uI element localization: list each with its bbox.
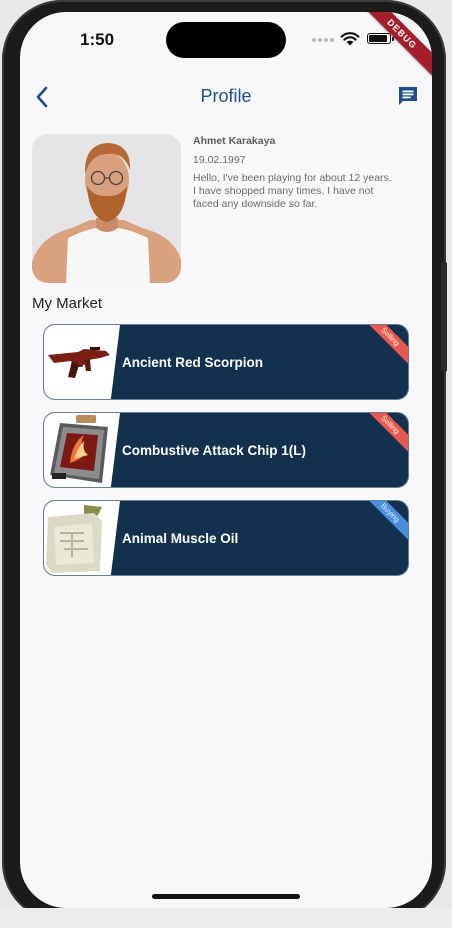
item-name: Animal Muscle Oil [122,530,239,546]
home-indicator[interactable] [152,894,300,899]
debug-banner: DEBUG [353,12,432,83]
navigation-bar: Profile [20,82,432,112]
side-button [441,262,447,372]
signal-icon [312,38,334,42]
page-title: Profile [200,86,252,106]
item-name: Combustive Attack Chip 1(L) [122,442,307,458]
phone-frame: 1:50 DEBUG Profile Ahmet Karakaya 19.02.… [2,0,447,922]
profile-avatar [32,134,181,283]
market-item-card[interactable]: Animal Muscle Oil Buying [43,500,409,576]
oil-canister-icon [46,505,102,573]
chat-message-icon[interactable] [396,84,420,108]
market-item-card[interactable]: Combustive Attack Chip 1(L) Selling [43,412,409,488]
item-name: Ancient Red Scorpion [122,354,264,370]
profile-birth-date: 19.02.1997 [193,154,246,166]
dynamic-island [166,22,286,58]
red-rifle-icon [48,347,110,378]
battery-icon [367,33,394,44]
buying-tag: Buying [357,501,408,546]
item-thumbnail [44,413,120,487]
market-item-card[interactable]: Ancient Red Scorpion Selling [43,324,409,400]
profile-name: Ahmet Karakaya [193,135,276,147]
selling-tag: Selling [357,325,408,370]
section-title-my-market: My Market [32,295,103,312]
item-thumbnail [44,501,120,575]
attack-chip-icon [50,415,108,483]
selling-tag: Selling [357,413,408,458]
wifi-icon [340,32,360,46]
bottom-strip [0,908,452,928]
item-thumbnail [44,325,120,399]
status-time: 1:50 [80,30,115,49]
app-screen: 1:50 DEBUG Profile Ahmet Karakaya 19.02.… [20,12,432,908]
profile-bio: Hello, I've been playing for about 12 ye… [193,172,392,210]
profile-photo [32,134,181,283]
